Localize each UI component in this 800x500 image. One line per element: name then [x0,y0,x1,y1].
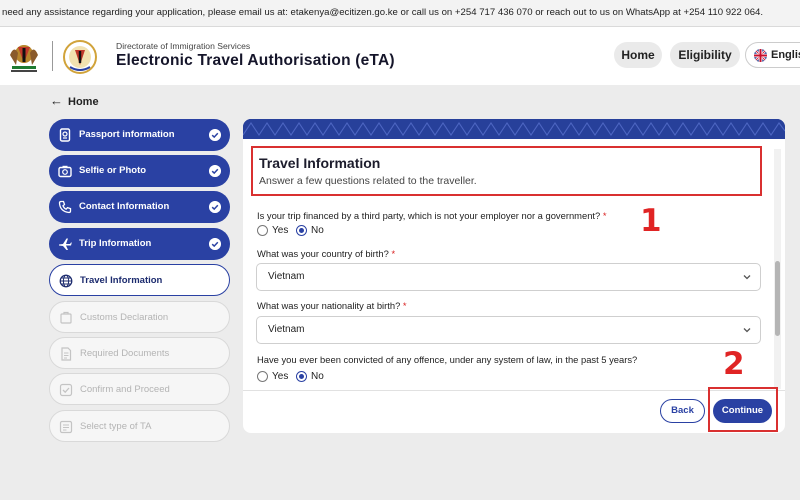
app-title: Electronic Travel Authorisation (eTA) [116,52,395,69]
chevron-down-icon [743,275,751,280]
customs-icon [60,311,72,324]
radio-yes[interactable] [257,371,268,382]
globe-icon [59,274,73,288]
step-label: Confirm and Proceed [80,384,170,395]
step-travel-information[interactable]: Travel Information [49,264,230,296]
step-selfie-or-photo[interactable]: Selfie or Photo [49,155,230,187]
radio-no[interactable] [296,371,307,382]
question-criminal-conviction: Have you ever been convicted of any offe… [257,354,637,365]
check-icon [209,129,221,141]
camera-icon [58,165,72,178]
scrollbar-thumb[interactable] [775,261,780,336]
chevron-down-icon [743,328,751,333]
form-header-highlight: Travel Information Answer a few question… [251,146,762,196]
select-value: Vietnam [268,324,305,335]
language-selector[interactable]: English [745,42,800,68]
question-text: What was your nationality at birth? [257,300,401,311]
form-title: Travel Information [259,155,381,171]
step-trip-information[interactable]: Trip Information [49,228,230,260]
radio-yes-label: Yes [272,225,289,236]
nav-eligibility-button[interactable]: Eligibility [670,42,740,68]
seal-divider [52,41,53,71]
department-name: Directorate of Immigration Services [116,41,251,51]
radio-no[interactable] [296,225,307,236]
country-of-birth-select[interactable]: Vietnam [256,263,761,291]
phone-icon [58,200,72,214]
step-required-documents: Required Documents [49,337,230,369]
annotation-marker-2: 2 [723,346,745,382]
continue-highlight-box [708,387,778,432]
question-country-of-birth: What was your country of birth? * [257,248,395,259]
immigration-emblem-icon [63,40,97,74]
question-nationality-at-birth: What was your nationality at birth? * [257,300,407,311]
language-label: English [771,49,800,61]
check-icon [209,201,221,213]
nav-home-button[interactable]: Home [614,42,662,68]
required-marker: * [402,300,407,311]
arrow-left-icon: ← [50,93,63,108]
kenya-coat-of-arms-icon [10,45,38,72]
step-contact-information[interactable]: Contact Information [49,191,230,223]
question-text: Have you ever been convicted of any offe… [257,354,638,365]
select-icon [59,420,73,434]
step-label: Travel Information [80,275,163,286]
radio-yes-label: Yes [272,371,289,382]
step-label: Customs Declaration [80,312,169,323]
radio-no-label: No [311,225,324,236]
question-text: What was your country of birth? [257,248,389,259]
check-icon [209,165,221,177]
step-label: Selfie or Photo [79,165,147,176]
select-value: Vietnam [268,271,305,282]
nationality-at-birth-select[interactable]: Vietnam [256,316,761,344]
step-passport-information[interactable]: Passport information [49,119,230,151]
step-customs-declaration: Customs Declaration [49,301,230,333]
passport-icon [59,128,71,142]
required-marker: * [602,210,607,221]
travel-information-panel: Travel Information Answer a few question… [243,119,785,433]
step-label: Required Documents [80,348,170,359]
step-label: Passport information [79,129,175,140]
banner-text: need any assistance regarding your appli… [2,7,764,18]
radio-no-label: No [311,371,324,382]
document-icon [61,347,72,361]
step-label: Trip Information [79,238,152,249]
radio-yes[interactable] [257,225,268,236]
site-header: Directorate of Immigration Services Elec… [0,27,800,85]
plane-icon [59,238,72,250]
decorative-pattern-band [243,119,785,139]
uk-flag-icon [754,49,767,62]
step-select-type-of-ta: Select type of TA [49,410,230,442]
check-icon [209,238,221,250]
back-home-link[interactable]: ← Home [50,93,99,109]
form-scrollbar[interactable] [774,149,781,389]
contact-banner: need any assistance regarding your appli… [0,0,800,27]
checkbox-icon [59,383,73,397]
footer-divider [243,390,785,391]
question-third-party-financing: Is your trip financed by a third party, … [257,210,607,221]
annotation-marker-1: 1 [640,203,662,239]
question-text: Is your trip financed by a third party, … [257,210,601,221]
step-label: Select type of TA [80,421,152,432]
required-marker: * [391,248,396,259]
back-home-label: Home [68,96,99,108]
step-confirm-and-proceed: Confirm and Proceed [49,373,230,405]
form-subtitle: Answer a few questions related to the tr… [259,175,477,187]
step-label: Contact Information [79,201,170,212]
back-button[interactable]: Back [660,399,705,423]
